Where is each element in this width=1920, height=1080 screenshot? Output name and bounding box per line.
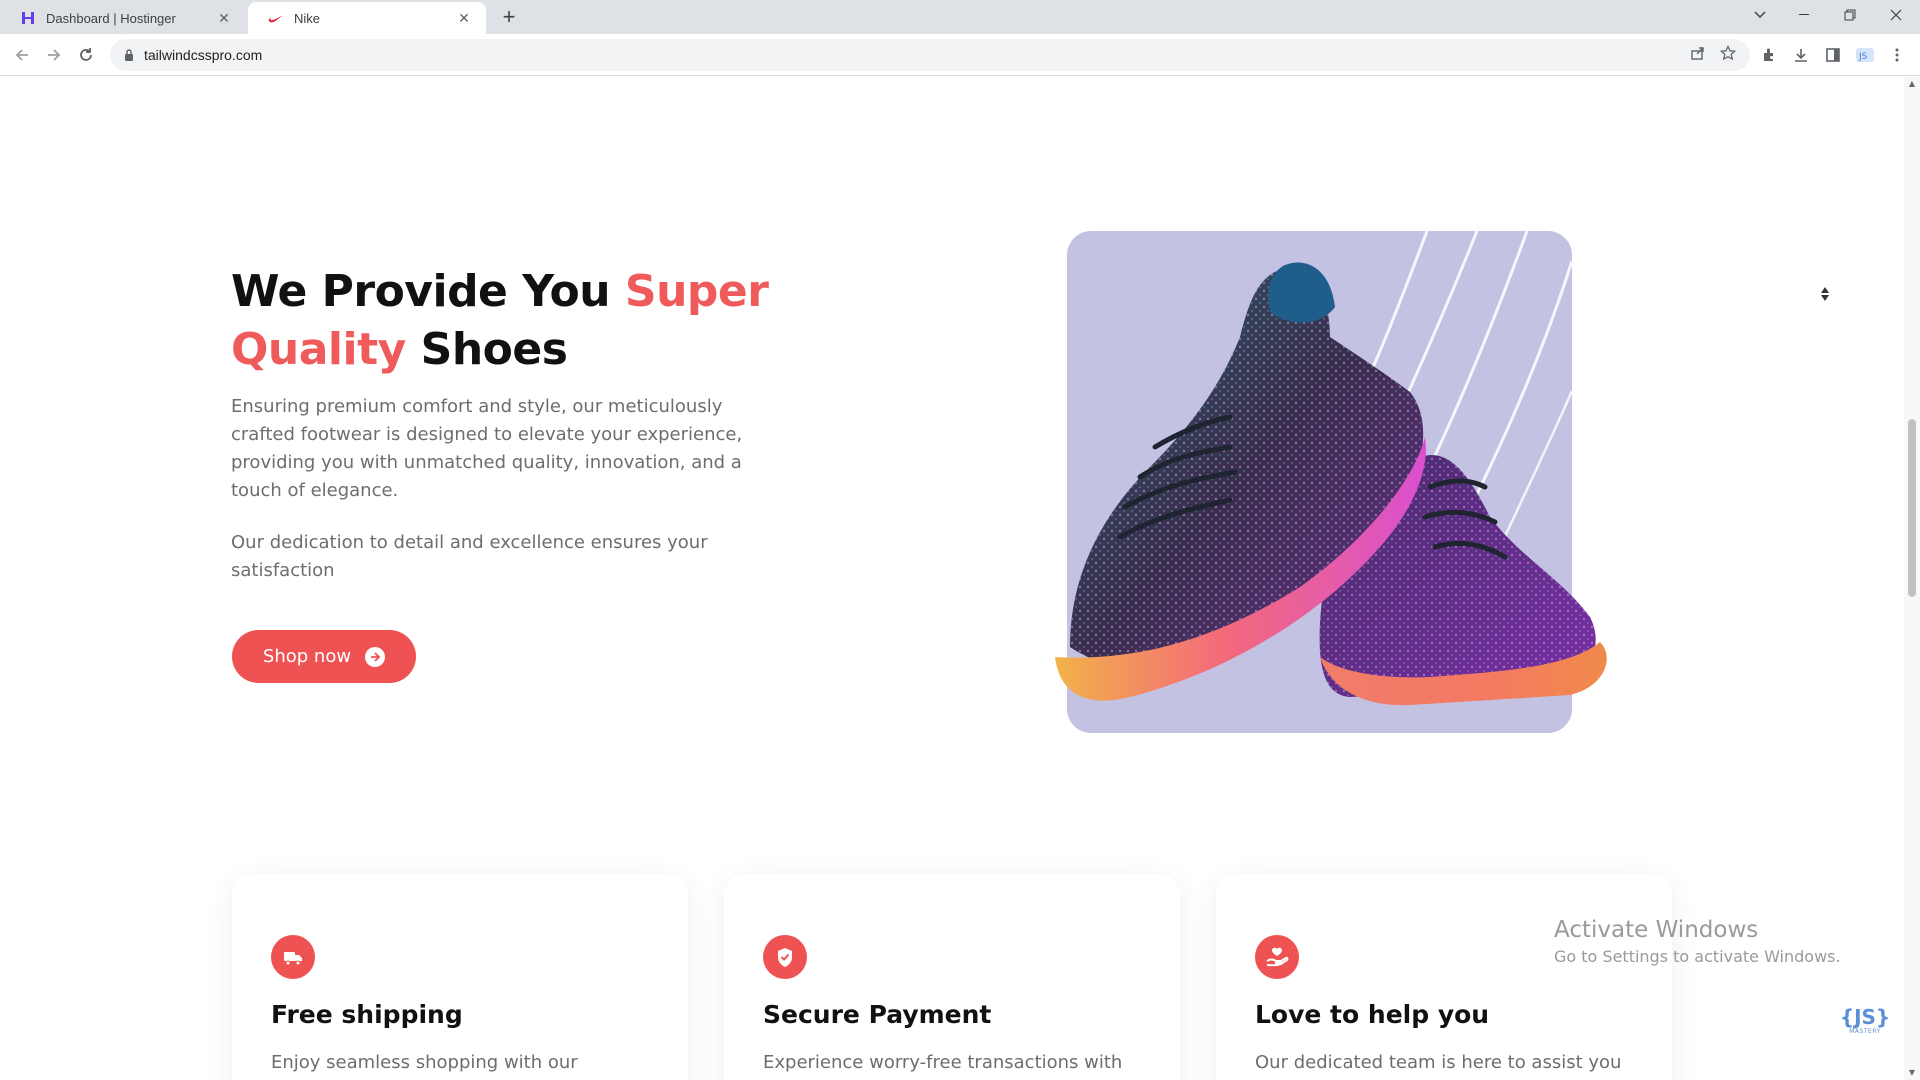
heading-text: We Provide You (231, 266, 625, 317)
close-tab-icon[interactable]: ✕ (216, 10, 232, 26)
heading-accent: Quality (231, 324, 406, 375)
side-panel-icon[interactable] (1821, 43, 1845, 67)
hand-heart-icon (1255, 935, 1299, 979)
js-mastery-logo: {JS} MASTERY (1839, 1005, 1891, 1042)
minimize-icon[interactable] (1782, 0, 1826, 30)
feature-description: Enjoy seamless shopping with our (271, 1052, 578, 1073)
restore-icon[interactable] (1828, 0, 1872, 30)
scroll-up-icon[interactable]: ▲ (1907, 79, 1917, 89)
heading-accent: Super (624, 266, 769, 317)
heading-text: Shoes (405, 324, 568, 375)
button-label: Shop now (262, 646, 352, 667)
back-icon[interactable] (10, 43, 34, 67)
page-scrollbar[interactable]: ▲ ▼ (1904, 77, 1920, 1080)
browser-toolbar: tailwindcsspro.com JS (0, 34, 1920, 76)
tab-hostinger[interactable]: Dashboard | Hostinger ✕ (0, 2, 246, 34)
hero-heading: We Provide You Super Quality Shoes (231, 263, 791, 379)
tab-nike[interactable]: Nike ✕ (248, 2, 486, 34)
menu-dots-icon[interactable] (1885, 43, 1909, 67)
feature-title: Love to help you (1255, 1000, 1490, 1029)
scrollbar-thumb[interactable] (1908, 419, 1916, 597)
logo-caption: MASTERY (1849, 1028, 1881, 1035)
close-window-icon[interactable] (1874, 0, 1918, 30)
share-icon[interactable] (1690, 45, 1706, 65)
url-text: tailwindcsspro.com (144, 47, 263, 63)
download-icon[interactable] (1789, 43, 1813, 67)
feature-card: Love to help you Our dedicated team is h… (1216, 874, 1672, 1080)
bookmark-star-icon[interactable] (1719, 44, 1737, 65)
watermark-title: Activate Windows (1554, 917, 1759, 943)
feature-title: Secure Payment (763, 1000, 992, 1029)
address-bar[interactable]: tailwindcsspro.com (110, 39, 1750, 71)
tab-title: Dashboard | Hostinger (46, 10, 176, 26)
scroll-down-icon[interactable]: ▼ (1907, 1068, 1917, 1078)
feature-card: Secure Payment Experience worry-free tra… (724, 874, 1180, 1080)
shield-check-icon (763, 935, 807, 979)
truck-icon (271, 935, 315, 979)
activate-windows-watermark: Activate Windows Go to Settings to activ… (1554, 915, 1841, 969)
shop-now-button[interactable]: Shop now (232, 630, 416, 683)
lock-icon (124, 46, 134, 65)
hero-paragraph: Ensuring premium comfort and style, our … (231, 396, 743, 501)
nike-swoosh-icon (268, 10, 284, 26)
extensions-icon[interactable] (1757, 43, 1781, 67)
svg-text:JS: JS (1858, 52, 1868, 62)
reload-icon[interactable] (74, 43, 98, 67)
logo-mark: {JS} (1839, 1005, 1891, 1029)
profile-avatar-icon[interactable]: JS (1853, 43, 1877, 67)
tab-search-icon[interactable] (1738, 0, 1782, 30)
sneakers-image (1055, 262, 1607, 706)
feature-description: Experience worry-free transactions with (763, 1052, 1123, 1073)
arrow-right-icon (365, 646, 386, 667)
hero-paragraph: Our dedication to detail and excellence … (231, 532, 708, 581)
tab-strip: Dashboard | Hostinger ✕ Nike ✕ + (0, 0, 1920, 34)
forward-icon[interactable] (42, 43, 66, 67)
new-tab-button[interactable]: + (498, 6, 520, 28)
hostinger-icon (20, 10, 36, 26)
tab-title: Nike (294, 10, 321, 26)
scroll-control-icon[interactable] (1818, 283, 1832, 305)
feature-description: Our dedicated team is here to assist you (1255, 1052, 1622, 1073)
watermark-subtitle: Go to Settings to activate Windows. (1554, 947, 1841, 966)
page-viewport: We Provide You Super Quality Shoes Ensuri… (0, 77, 1904, 1080)
feature-title: Free shipping (271, 1000, 463, 1029)
close-tab-icon[interactable]: ✕ (456, 10, 472, 26)
feature-card: Free shipping Enjoy seamless shopping wi… (232, 874, 688, 1080)
